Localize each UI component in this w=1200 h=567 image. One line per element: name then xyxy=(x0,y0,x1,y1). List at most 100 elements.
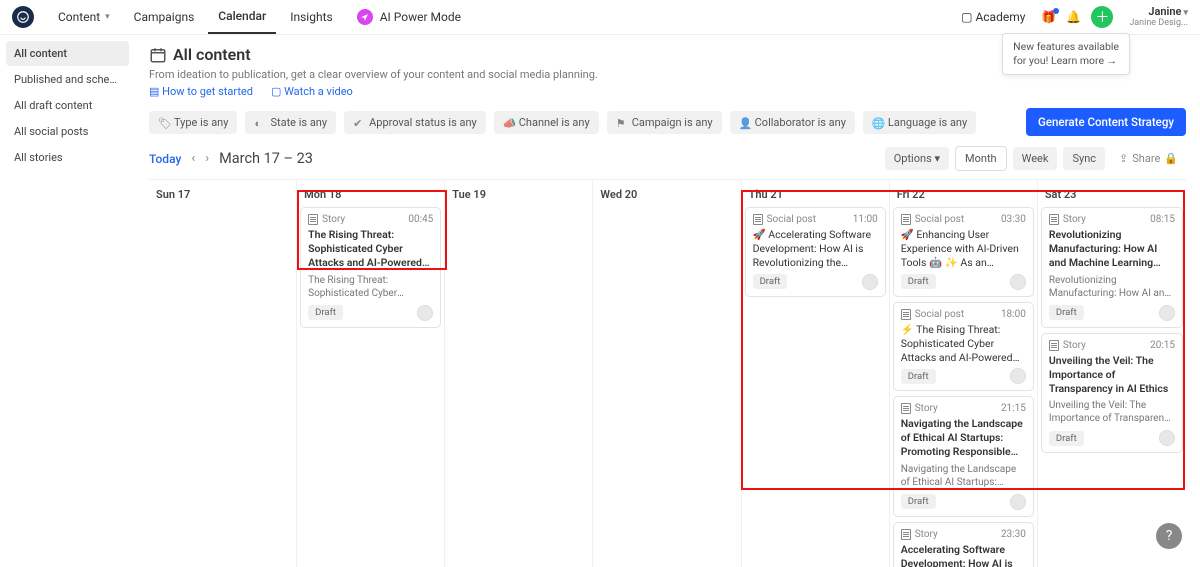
day-col-thu[interactable]: Thu 21 Social post11:00 🚀 Accelerating S… xyxy=(742,180,890,567)
calendar-grid: Sun 17 Mon 18 Story00:45 The Rising Thre… xyxy=(149,179,1186,567)
view-month-button[interactable]: Month xyxy=(955,146,1007,171)
sidebar-item-stories[interactable]: All stories xyxy=(6,145,129,170)
card-type: Story xyxy=(901,529,938,540)
app-logo[interactable] xyxy=(12,6,34,28)
share-icon: ⇪ xyxy=(1119,152,1128,165)
card-title: Unveiling the Veil: The Importance of Tr… xyxy=(1049,354,1175,397)
nav-calendar[interactable]: Calendar xyxy=(208,0,276,34)
view-week-button[interactable]: Week xyxy=(1013,147,1058,170)
sidebar-item-all-content[interactable]: All content xyxy=(6,41,129,66)
day-col-mon[interactable]: Mon 18 Story00:45 The Rising Threat: Sop… xyxy=(297,180,445,567)
top-right-controls: ▢ Academy 🎁 🔔 ＋ Janine▾ Janine Desig... xyxy=(955,6,1188,29)
card-title: Accelerating Software Development: How A… xyxy=(901,543,1026,567)
day-col-wed[interactable]: Wed 20 xyxy=(593,180,741,567)
card-title: The Rising Threat: Sophisticated Cyber A… xyxy=(308,228,433,271)
content-card[interactable]: Story08:15 Revolutionizing Manufacturing… xyxy=(1041,207,1183,328)
content-card[interactable]: Story20:15 Unveiling the Veil: The Impor… xyxy=(1041,333,1183,454)
card-excerpt: The Rising Threat: Sophisticated Cyber A… xyxy=(308,274,433,300)
academy-link[interactable]: ▢ Academy xyxy=(955,6,1031,28)
filter-channel[interactable]: 📣Channel is any xyxy=(494,111,599,134)
day-col-fri[interactable]: Fri 22 Social post03:30 🚀 Enhancing User… xyxy=(890,180,1038,567)
prev-week-arrow[interactable]: ‹ xyxy=(191,151,195,166)
content-card[interactable]: Social post03:30 🚀 Enhancing User Experi… xyxy=(893,207,1034,297)
gift-icon[interactable]: 🎁 xyxy=(1041,10,1056,24)
create-button[interactable]: ＋ xyxy=(1091,6,1113,28)
person-icon: 👤 xyxy=(739,117,750,128)
nav-content[interactable]: Content▾ xyxy=(48,1,120,33)
card-title: Revolutionizing Manufacturing: How AI an… xyxy=(1049,228,1175,271)
share-button[interactable]: ⇪Share 🔒 xyxy=(1111,147,1186,170)
filter-state[interactable]: ◐State is any xyxy=(245,111,336,134)
day-header: Thu 21 xyxy=(745,180,886,207)
status-pill: Draft xyxy=(1049,431,1084,446)
help-watch-video-link[interactable]: ▢ Watch a video xyxy=(271,85,353,98)
status-pill: Draft xyxy=(308,305,343,320)
next-week-arrow[interactable]: › xyxy=(205,151,209,166)
flag-icon: ⚑ xyxy=(616,117,627,128)
generate-strategy-button[interactable]: Generate Content Strategy xyxy=(1026,108,1186,136)
card-type: Story xyxy=(1049,214,1086,225)
globe-icon: 🌐 xyxy=(872,117,883,128)
sidebar-item-social[interactable]: All social posts xyxy=(6,119,129,144)
new-features-toast[interactable]: New features availablefor you! Learn mor… xyxy=(1002,33,1130,75)
sync-button[interactable]: Sync xyxy=(1063,147,1105,170)
filter-approval[interactable]: ✔Approval status is any xyxy=(344,111,486,134)
main-panel: All content From ideation to publication… xyxy=(135,35,1200,567)
status-pill: Draft xyxy=(753,274,788,289)
content-card[interactable]: Story 00:45 The Rising Threat: Sophistica… xyxy=(300,207,441,328)
content-card[interactable]: Story23:30 Accelerating Software Develop… xyxy=(893,522,1034,567)
chevron-down-icon: ▾ xyxy=(1183,8,1188,18)
content-card[interactable]: Social post11:00 🚀 Accelerating Software… xyxy=(745,207,886,297)
bell-icon[interactable]: 🔔 xyxy=(1066,10,1081,24)
nav-ai-power-mode[interactable]: AI Power Mode xyxy=(347,0,471,34)
sidebar-item-draft[interactable]: All draft content xyxy=(6,93,129,118)
card-title: 🚀 Enhancing User Experience with AI-Driv… xyxy=(901,228,1026,271)
nav-campaigns[interactable]: Campaigns xyxy=(124,1,205,33)
chevron-down-icon: ▾ xyxy=(105,12,110,22)
card-time: 21:15 xyxy=(1001,403,1026,414)
filter-collaborator[interactable]: 👤Collaborator is any xyxy=(730,111,855,134)
ai-icon xyxy=(357,9,373,25)
card-excerpt: Unveiling the Veil: The Importance of Tr… xyxy=(1049,399,1175,425)
notification-dot xyxy=(1053,8,1059,14)
dot-icon: ◐ xyxy=(254,117,265,128)
day-col-sat[interactable]: Sat 23 Story08:15 Revolutionizing Manufa… xyxy=(1038,180,1186,567)
options-button[interactable]: Options ▾ xyxy=(885,147,949,170)
status-pill: Draft xyxy=(1049,305,1084,320)
user-menu[interactable]: Janine▾ Janine Desig... xyxy=(1129,6,1188,29)
avatar[interactable] xyxy=(1010,494,1026,510)
card-time: 00:45 xyxy=(408,214,433,225)
avatar[interactable] xyxy=(862,274,878,290)
tag-icon: 🏷 xyxy=(158,117,169,128)
avatar[interactable] xyxy=(1159,305,1175,321)
status-pill: Draft xyxy=(901,274,936,289)
nav-insights[interactable]: Insights xyxy=(280,1,342,33)
card-excerpt: Navigating the Landscape of Ethical AI S… xyxy=(901,463,1026,489)
help-fab[interactable]: ? xyxy=(1156,523,1182,549)
card-time: 20:15 xyxy=(1150,340,1175,351)
card-type: Social post xyxy=(753,214,816,225)
sidebar-item-published[interactable]: Published and scheduled con... xyxy=(6,67,129,92)
story-icon xyxy=(1049,340,1059,351)
day-col-tue[interactable]: Tue 19 xyxy=(445,180,593,567)
today-link[interactable]: Today xyxy=(149,152,181,166)
avatar[interactable] xyxy=(417,305,433,321)
filter-language[interactable]: 🌐Language is any xyxy=(863,111,976,134)
card-time: 03:30 xyxy=(1001,214,1026,225)
card-type: Social post xyxy=(901,309,964,320)
content-card[interactable]: Story 21:15 Navigating the Landscape of E… xyxy=(893,396,1034,517)
filter-type[interactable]: 🏷Type is any xyxy=(149,111,237,134)
avatar[interactable] xyxy=(1010,368,1026,384)
card-title: ⚡ The Rising Threat: Sophisticated Cyber… xyxy=(901,323,1026,366)
card-type: Story xyxy=(308,214,345,225)
avatar[interactable] xyxy=(1010,274,1026,290)
day-header: Wed 20 xyxy=(596,180,737,207)
avatar[interactable] xyxy=(1159,430,1175,446)
day-col-sun[interactable]: Sun 17 xyxy=(149,180,297,567)
help-get-started-link[interactable]: ▤ How to get started xyxy=(149,85,253,98)
card-title: 🚀 Accelerating Software Development: How… xyxy=(753,228,878,271)
card-time: 18:00 xyxy=(1001,309,1026,320)
filter-campaign[interactable]: ⚑Campaign is any xyxy=(607,111,722,134)
card-type: Story xyxy=(901,403,938,414)
content-card[interactable]: Social post 18:00 ⚡ The Rising Threat: So… xyxy=(893,302,1034,392)
